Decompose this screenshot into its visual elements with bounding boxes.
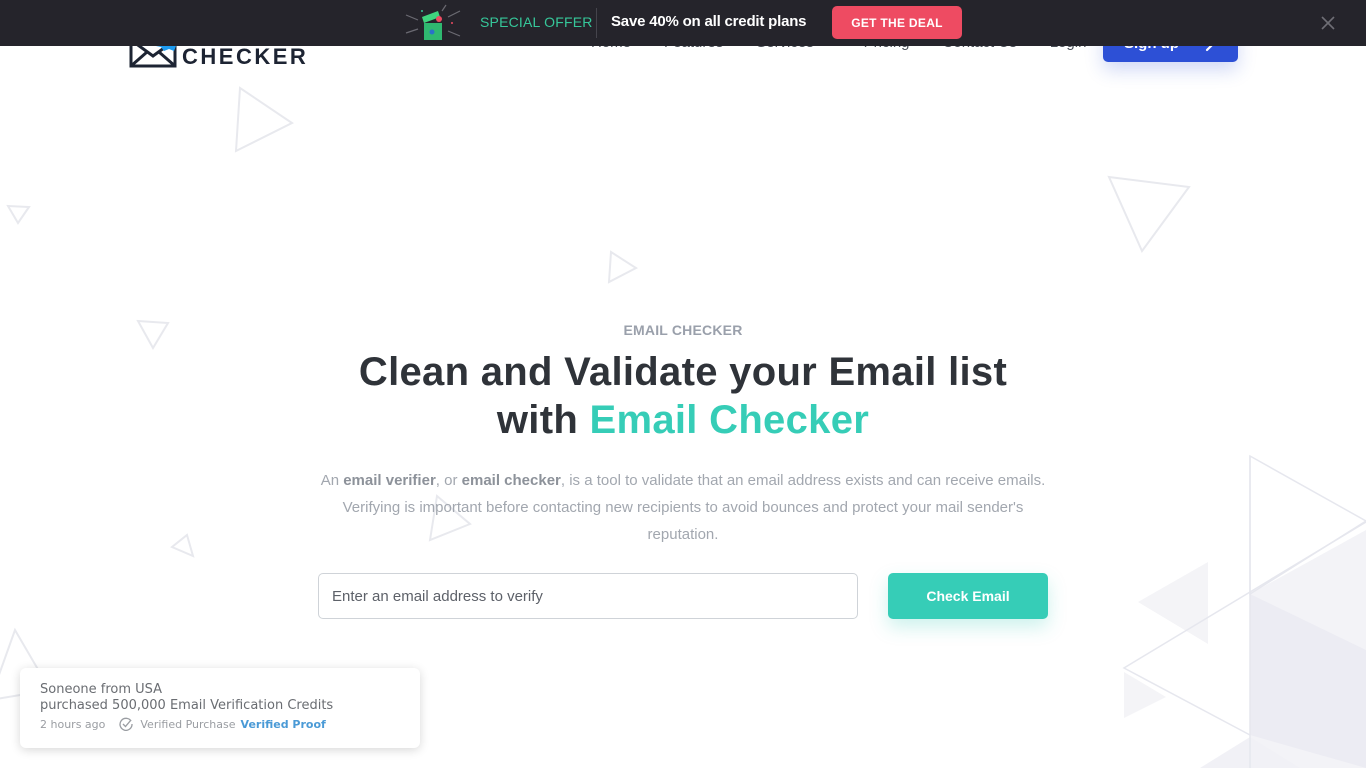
headline-accent: Email Checker xyxy=(589,398,870,442)
hero-headline: Clean and Validate your Email list with … xyxy=(0,348,1366,444)
decor-line xyxy=(1122,521,1366,736)
decor-triangle xyxy=(1249,454,1366,596)
desc-text: An xyxy=(320,472,340,489)
promo-banner: SPECIAL OFFER Save 40% on all credit pla… xyxy=(0,0,1366,46)
special-offer-label: SPECIAL OFFER xyxy=(480,14,593,30)
toast-meta: 2 hours ago Verified Purchase Verified P… xyxy=(40,717,400,731)
toast-purchase: purchased 500,000 Email Verification Cre… xyxy=(40,698,334,713)
close-icon[interactable] xyxy=(1319,14,1337,32)
decor-triangle xyxy=(170,533,195,558)
check-email-button[interactable]: Check Email xyxy=(888,573,1048,619)
decor-shape xyxy=(1200,737,1300,768)
get-the-deal-button[interactable]: GET THE DEAL xyxy=(832,6,962,39)
decor-shape xyxy=(1124,672,1166,718)
decor-triangle xyxy=(6,204,31,225)
promo-text: Save 40% on all credit plans xyxy=(611,13,807,30)
check-circle-icon xyxy=(119,717,134,731)
toast-time: 2 hours ago xyxy=(40,717,106,731)
decor-triangle xyxy=(1107,175,1191,253)
social-proof-toast: Soneone from USA purchased 500,000 Email… xyxy=(20,668,420,748)
verified-purchase-label: Verified Purchase xyxy=(140,717,236,731)
desc-bold: email verifier xyxy=(343,472,436,489)
gift-box-icon xyxy=(405,4,461,40)
decor-shape xyxy=(1138,562,1208,644)
headline-line1: Clean and Validate your Email list xyxy=(358,350,1008,394)
eyebrow-label: EMAIL CHECKER xyxy=(623,322,743,338)
verified-proof-link[interactable]: Verified Proof xyxy=(241,718,326,731)
decor-shape xyxy=(1250,530,1366,768)
headline-line2-prefix: with xyxy=(496,398,579,442)
divider xyxy=(596,8,597,38)
desc-text: , or xyxy=(435,472,458,489)
desc-bold: email checker xyxy=(461,472,561,489)
email-input[interactable] xyxy=(318,573,858,619)
decor-shape xyxy=(1250,594,1366,768)
decor-triangle xyxy=(607,250,638,284)
logo-text: CHECKER xyxy=(182,44,309,69)
hero-description: An email verifier, or email checker, is … xyxy=(313,467,1053,548)
decor-triangle xyxy=(234,86,294,153)
toast-buyer: Soneone from USA xyxy=(40,682,163,697)
